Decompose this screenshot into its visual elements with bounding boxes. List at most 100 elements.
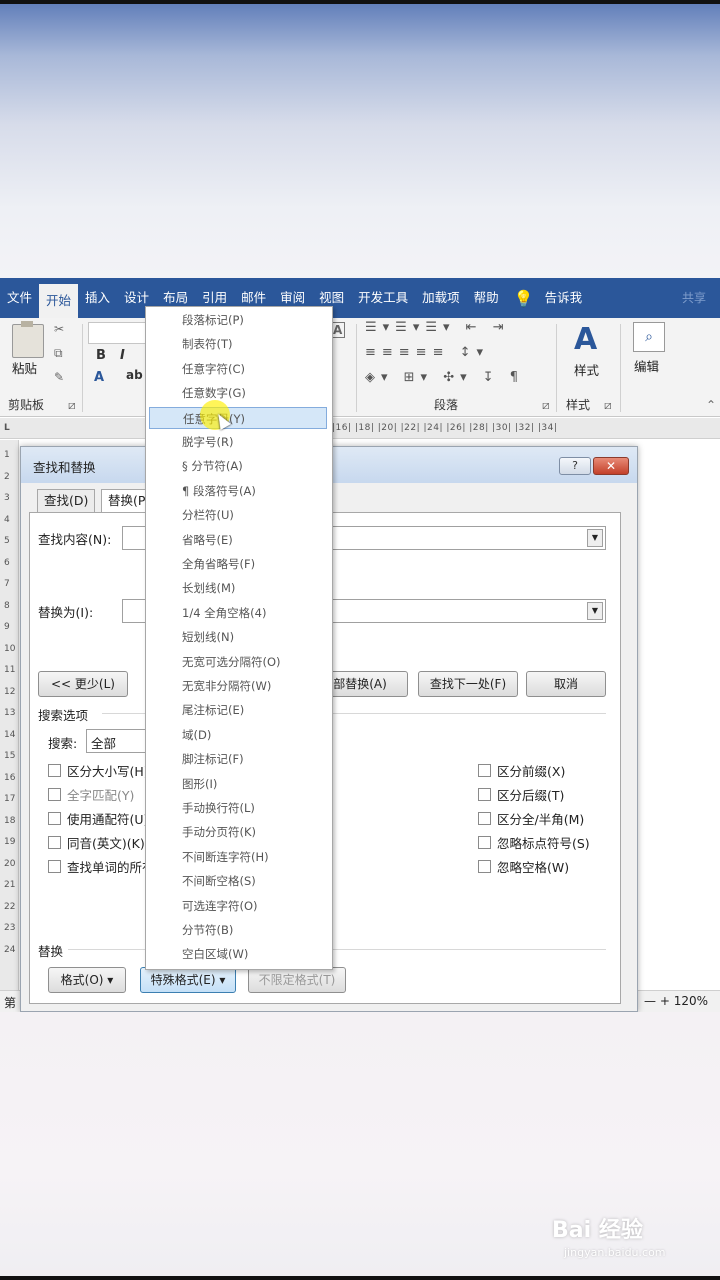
dialog-launcher-icon[interactable]: ⧄ (604, 398, 612, 413)
dialog-title: 查找和替换 (33, 460, 96, 475)
font-name-box[interactable] (88, 322, 148, 344)
vruler-number: 15 (4, 751, 16, 761)
chevron-down-icon[interactable]: ▼ (587, 602, 603, 620)
special-menu-item[interactable]: 分栏符(U) (149, 504, 327, 526)
match-suffix-checkbox[interactable]: 区分后缀(T) (478, 785, 564, 804)
collapse-ribbon-icon[interactable]: ⌃ (706, 398, 716, 412)
cancel-button[interactable]: 取消 (526, 671, 606, 697)
vruler-number: 20 (4, 858, 16, 869)
special-menu-item[interactable]: ¶ 段落符号(A) (149, 480, 327, 502)
ribbon-tab-9[interactable]: 开发工具 (351, 278, 415, 318)
format-painter-icon[interactable]: ✎ (54, 370, 64, 384)
ribbon-tab-11[interactable]: 帮助 (467, 278, 506, 318)
special-menu-item[interactable]: 无宽可选分隔符(O) (149, 651, 327, 673)
styles-group-label: 样式 (566, 398, 591, 412)
italic-button[interactable]: I (120, 348, 125, 363)
dialog-launcher-icon[interactable]: ⧄ (68, 398, 76, 413)
search-icon[interactable]: ⌕ (633, 322, 665, 352)
highlight-icon[interactable]: ab (126, 368, 143, 382)
vruler-number: 9 (4, 622, 10, 632)
special-menu-item[interactable]: 域(D) (149, 724, 327, 746)
close-button[interactable]: ✕ (593, 457, 629, 475)
special-button[interactable]: 特殊格式(E) ▾ (140, 967, 236, 993)
whole-word-checkbox[interactable]: 全字匹配(Y) (48, 785, 134, 804)
copy-icon[interactable]: ⧉ (54, 346, 63, 361)
special-menu-item[interactable]: 分节符(B) (149, 919, 327, 941)
vruler-number: 6 (4, 557, 10, 568)
tell-me-button[interactable]: 告诉我 (538, 278, 590, 318)
styles-icon[interactable]: A (574, 322, 597, 357)
search-direction-label: 搜索: (48, 736, 78, 751)
ribbon-tab-0[interactable]: 文件 (0, 278, 39, 318)
special-menu-item[interactable]: 无宽非分隔符(W) (149, 675, 327, 697)
page-indicator[interactable]: 第 (4, 994, 16, 1011)
special-menu-item[interactable]: 脱字号(R) (149, 431, 327, 453)
special-menu-item[interactable]: 脚注标记(F) (149, 748, 327, 770)
vruler-number: 11 (4, 665, 16, 675)
special-menu-item[interactable]: 不间断连字符(H) (149, 846, 327, 868)
ignore-punctuation-checkbox[interactable]: 忽略标点符号(S) (478, 833, 590, 852)
special-menu-item[interactable]: 全角省略号(F) (149, 553, 327, 575)
special-menu-item[interactable]: 段落标记(P) (149, 309, 327, 331)
tab-find[interactable]: 查找(D) (37, 489, 96, 513)
match-prefix-checkbox[interactable]: 区分前缀(X) (478, 761, 565, 780)
special-menu-item[interactable]: 1/4 全角空格(4) (149, 602, 327, 624)
special-menu-item[interactable]: 短划线(N) (149, 626, 327, 648)
bold-button[interactable]: B (96, 348, 106, 363)
special-format-menu: 段落标记(P)制表符(T) 任意字符(C)任意数字(G)任意字母(Y)脱字号(R)… (145, 306, 333, 970)
special-menu-item[interactable]: 可选连字符(O) (149, 895, 327, 917)
special-menu-item[interactable]: § 分节符(A) (149, 455, 327, 477)
list-buttons-row[interactable]: ☰▾☰▾☰▾ ⇤ ⇥ (365, 320, 510, 335)
horizontal-ruler: L |16| |18| |20| |22| |24| |26| |28| |30… (0, 418, 720, 439)
no-formatting-button[interactable]: 不限定格式(T) (248, 967, 346, 993)
ribbon-tab-2[interactable]: 插入 (78, 278, 117, 318)
special-menu-item[interactable]: 任意字符(C) (149, 358, 327, 380)
match-width-checkbox[interactable]: 区分全/半角(M) (478, 809, 584, 828)
paste-label[interactable]: 粘贴 (12, 358, 37, 377)
special-menu-item[interactable]: 任意数字(G) (149, 382, 327, 404)
baidu-watermark-logo: Bai 经验 (552, 1218, 643, 1243)
vertical-ruler: 1 2 3 4 5 6 7 8 9 10 11 12 13 14 15 16 17 18 19 20 21 22 23 24 (0, 440, 19, 990)
ignore-space-checkbox[interactable]: 忽略空格(W) (478, 857, 569, 876)
baidu-watermark-url: jingyan.baidu.com (564, 1246, 666, 1259)
shading-buttons-row[interactable]: ◈▾ ⊞▾ ✣▾ ↧ ¶ (365, 370, 524, 385)
editing-button-label[interactable]: 编辑 (634, 356, 659, 375)
align-buttons-row[interactable]: ≡≡≡≡≡ ↕▾ (365, 345, 489, 360)
special-menu-item[interactable]: 手动换行符(L) (149, 797, 327, 819)
special-menu-item[interactable]: 图形(I) (149, 773, 327, 795)
vruler-number: 17 (4, 794, 16, 804)
chevron-down-icon[interactable]: ▼ (587, 529, 603, 547)
special-menu-item[interactable]: 手动分页符(K) (149, 821, 327, 843)
paste-icon[interactable] (12, 321, 44, 358)
special-menu-item[interactable]: 长划线(M) (149, 577, 327, 599)
format-button[interactable]: 格式(O) ▾ (48, 967, 126, 993)
sounds-like-label: 同音(英文)(K) (67, 836, 145, 851)
vruler-number: 8 (4, 600, 10, 611)
ignore-space-label: 忽略空格(W) (497, 860, 570, 875)
special-menu-item[interactable]: 尾注标记(E) (149, 699, 327, 721)
dialog-launcher-icon[interactable]: ⧄ (542, 398, 550, 413)
match-suffix-label: 区分后缀(T) (497, 788, 565, 803)
ribbon-tab-10[interactable]: 加载项 (415, 278, 467, 318)
share-button[interactable]: 共享 (682, 278, 706, 318)
styles-button-label[interactable]: 样式 (574, 360, 599, 379)
match-case-label: 区分大小写(H) (67, 764, 149, 779)
help-button[interactable]: ? (559, 457, 591, 475)
tab-selector-icon[interactable]: L (4, 418, 10, 438)
match-case-checkbox[interactable]: 区分大小写(H) (48, 761, 149, 780)
wildcards-checkbox[interactable]: 使用通配符(U) (48, 809, 148, 828)
text-effects-icon[interactable]: A (94, 370, 104, 385)
special-menu-item[interactable]: 制表符(T) (149, 333, 327, 355)
special-menu-item[interactable]: 任意字母(Y) (149, 406, 327, 429)
special-menu-item[interactable]: 不间断空格(S) (149, 870, 327, 892)
search-options-heading: 搜索选项 (38, 708, 89, 723)
zoom-level[interactable]: — + 120% (644, 994, 708, 1008)
ruler-numbers: |16| |18| |20| |22| |24| |26| |28| |30| … (332, 423, 558, 433)
cut-icon[interactable]: ✂ (54, 322, 64, 336)
sounds-like-checkbox[interactable]: 同音(英文)(K) (48, 833, 145, 852)
ribbon-tab-1[interactable]: 开始 (39, 284, 79, 318)
special-menu-item[interactable]: 省略号(E) (149, 529, 327, 551)
special-menu-item[interactable]: 空白区域(W) (149, 943, 327, 965)
find-next-button[interactable]: 查找下一处(F) (418, 671, 518, 697)
less-button[interactable]: << 更少(L) (38, 671, 128, 697)
